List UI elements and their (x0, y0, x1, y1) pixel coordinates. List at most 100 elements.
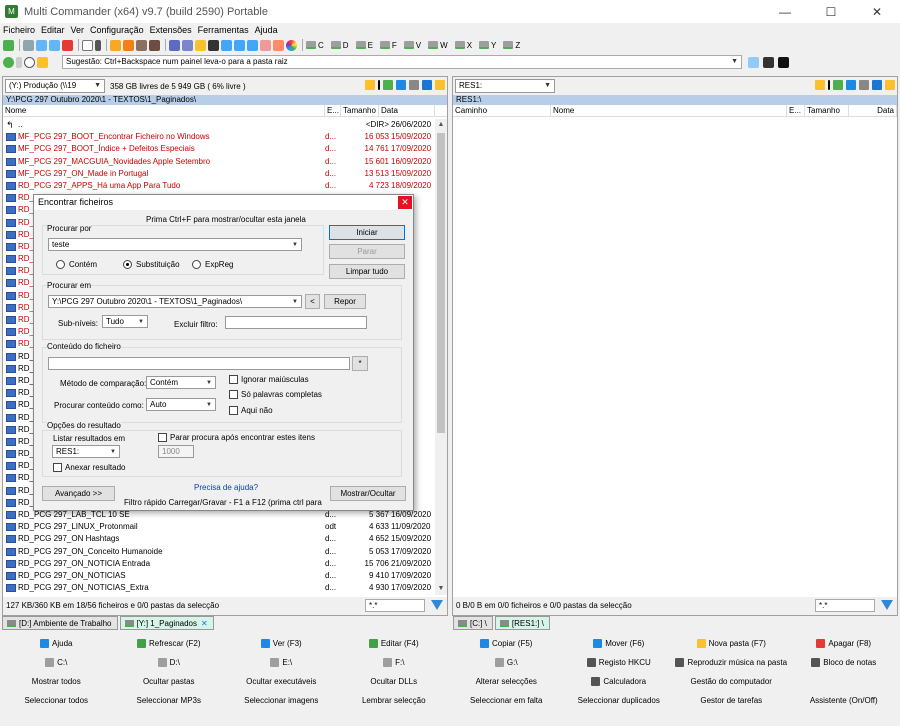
history-icon[interactable] (24, 57, 35, 68)
back-dropdown-icon[interactable] (16, 57, 22, 68)
stop-after-count-input[interactable]: 1000 (158, 445, 194, 458)
col-date[interactable]: Data (379, 105, 435, 116)
view-icon[interactable] (182, 39, 193, 51)
drive-w-button[interactable]: W (428, 41, 448, 50)
drive-x-button[interactable]: X (454, 41, 472, 50)
file-content-input[interactable] (48, 357, 350, 370)
user-button-r0-c7[interactable]: Apagar (F8) (788, 634, 900, 653)
ignore-case-checkbox[interactable]: Ignorar maiúsculas (229, 375, 309, 384)
drive-d-button[interactable]: D (330, 41, 349, 50)
stop-after-checkbox[interactable]: Parar procura após encontrar estes itens (158, 433, 315, 442)
bookmark-icon[interactable] (435, 80, 445, 90)
table-row[interactable]: MF_PCG 297_ON_Made in Portugal d... 13 513… (3, 168, 435, 180)
paste-icon[interactable] (49, 39, 60, 51)
user-button-r1-c0[interactable]: C:\ (0, 653, 113, 672)
user-button-r2-c3[interactable]: Ocultar DLLs (338, 672, 451, 691)
chevron-down-icon[interactable]: ▼ (206, 378, 212, 388)
scroll-up-icon[interactable]: ▲ (435, 119, 447, 131)
sync-icon[interactable] (234, 39, 245, 51)
col-path[interactable]: Caminho (453, 105, 551, 116)
col-ext[interactable]: E... (787, 105, 805, 116)
table-row[interactable]: RD_PCG 297_ON_NOTICIA Entrada d... 15 706 2… (3, 558, 435, 570)
cmd-options-icon[interactable] (748, 57, 759, 68)
cut-icon[interactable] (23, 39, 34, 51)
help-link[interactable]: Precisa de ajuda? (194, 483, 258, 492)
minimize-button[interactable]: — (762, 0, 808, 23)
extract-icon[interactable] (149, 39, 160, 51)
scroll-down-icon[interactable]: ▼ (435, 583, 447, 595)
menu-file[interactable]: Ficheiro (3, 25, 35, 35)
col-name[interactable]: Nome (3, 105, 325, 116)
left-scrollbar[interactable]: ▲ ▼ (435, 119, 447, 595)
parent-icon[interactable] (833, 80, 843, 90)
user-button-r0-c6[interactable]: Nova pasta (F7) (675, 634, 788, 653)
drive-z-button[interactable]: Z (503, 41, 520, 50)
close-button[interactable]: ✕ (854, 0, 900, 23)
folder-tree-icon[interactable] (815, 80, 825, 90)
chevron-down-icon[interactable]: ▼ (292, 240, 298, 250)
menu-extensions[interactable]: Extensões (150, 25, 192, 35)
tab-close-icon[interactable]: ✕ (201, 619, 208, 628)
clear-all-button[interactable]: Limpar tudo (329, 264, 405, 279)
dropdown-icon[interactable] (95, 39, 101, 51)
user-button-r1-c3[interactable]: F:\ (338, 653, 451, 672)
user-button-r2-c2[interactable]: Ocultar executáveis (225, 672, 338, 691)
menu-edit[interactable]: Editar (41, 25, 65, 35)
user-button-r1-c1[interactable]: D:\ (113, 653, 226, 672)
user-button-r2-c1[interactable]: Ocultar pastas (113, 672, 226, 691)
drive-c-button[interactable]: C (306, 41, 324, 50)
advanced-button[interactable]: Avançado >> (42, 486, 115, 501)
user-button-r3-c5[interactable]: Seleccionar duplicados (563, 691, 676, 710)
col-ext[interactable]: E... (325, 105, 341, 116)
browse-back-button[interactable]: < (305, 294, 320, 309)
kb-icon[interactable] (208, 39, 219, 51)
left-path-bar[interactable]: Y:\PCG 297 Outubro 2020\1 - TEXTOS\1_Pag… (3, 95, 447, 105)
user-button-r2-c6[interactable]: Gestão do computador (675, 672, 788, 691)
content-wildcard-button[interactable]: * (352, 356, 368, 371)
user-button-r3-c6[interactable]: Gestor de tarefas (675, 691, 788, 710)
user-button-r1-c7[interactable]: Bloco de notas (788, 653, 900, 672)
table-row[interactable]: RD_PCG 297_ON Hashtags d... 4 652 15/09/202… (3, 533, 435, 545)
menu-config[interactable]: Configuração (90, 25, 144, 35)
right-drive-selector[interactable]: RES1: ▼ (455, 79, 555, 93)
search-as-select[interactable]: Auto ▼ (146, 398, 216, 411)
swap-icon[interactable] (396, 80, 406, 90)
favorites-star-icon[interactable] (37, 57, 48, 68)
scroll-thumb[interactable] (437, 133, 445, 433)
drive-f-button[interactable]: F (379, 41, 397, 50)
search-for-input[interactable]: teste ▼ (48, 238, 302, 251)
user-button-r3-c2[interactable]: Seleccionar imagens (225, 691, 338, 710)
tools-icon[interactable] (409, 80, 419, 90)
compare-icon[interactable] (221, 39, 232, 51)
layout-icon[interactable] (82, 39, 93, 51)
refresh-icon[interactable] (3, 39, 14, 51)
tools-icon[interactable] (859, 80, 869, 90)
user-button-r1-c4[interactable]: G:\ (450, 653, 563, 672)
left-filter-input[interactable]: *.* (365, 599, 425, 612)
user-button-r2-c5[interactable]: Calculadora (563, 672, 676, 691)
radio-regex[interactable]: ExpReg (192, 260, 233, 269)
not-here-checkbox[interactable]: Aqui não (229, 406, 273, 415)
table-row[interactable]: ↰.. <DIR> 26/06/2020 (3, 119, 435, 131)
sublevels-select[interactable]: Tudo ▼ (102, 315, 148, 328)
filter-icon[interactable] (881, 600, 893, 610)
swap-icon[interactable] (846, 80, 856, 90)
chevron-down-icon[interactable]: ▼ (206, 400, 212, 410)
user-button-r2-c0[interactable]: Mostrar todos (0, 672, 113, 691)
drive-y-button[interactable]: Y (479, 41, 496, 50)
user-button-r3-c7[interactable]: Assistente (On/Off) (788, 691, 900, 710)
table-row[interactable]: RD_PCG 297_LINUX_Protonmail odt 4 633 11/09… (3, 521, 435, 533)
folder-icon[interactable] (195, 39, 206, 51)
list-in-select[interactable]: RES1: ▼ (52, 445, 120, 458)
user-button-r3-c4[interactable]: Seleccionar em falta (450, 691, 563, 710)
back-icon[interactable] (3, 57, 14, 68)
parent-icon[interactable] (383, 80, 393, 90)
cmd-log-icon[interactable] (763, 57, 774, 68)
left-drive-selector[interactable]: (Y:) Produção (\\19 ▼ (5, 79, 105, 93)
menu-help[interactable]: Ajuda (255, 25, 278, 35)
maximize-button[interactable]: ☐ (808, 0, 854, 23)
bookmark-icon[interactable] (885, 80, 895, 90)
pack-icon[interactable] (110, 39, 121, 51)
drive-v-button[interactable]: V (403, 41, 421, 50)
user-button-r1-c2[interactable]: E:\ (225, 653, 338, 672)
